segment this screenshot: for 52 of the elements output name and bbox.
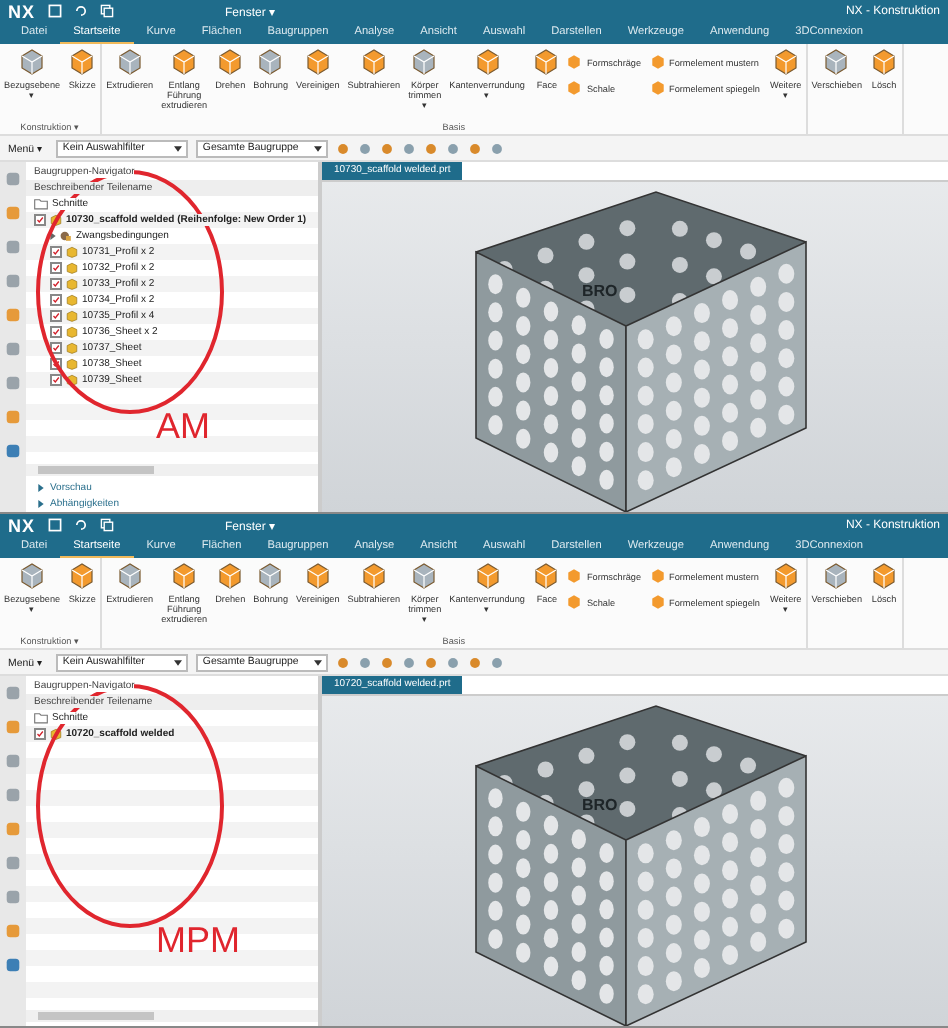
resource-bar-icon[interactable] [4,340,22,358]
part-icon [50,728,62,740]
resource-bar-icon[interactable] [4,238,22,256]
copy-icon[interactable] [99,518,114,532]
horizontal-scrollbar[interactable] [26,464,318,476]
checkbox[interactable] [50,326,62,338]
caret-icon [314,659,323,665]
horizontal-scrollbar[interactable] [26,1010,318,1022]
resource-bar-icon[interactable] [4,204,22,222]
checkbox[interactable] [50,278,62,290]
resource-bar-icon[interactable] [4,374,22,392]
resource-bar-icon[interactable] [4,718,22,736]
caret-icon [174,145,183,151]
app-logo: NX [8,1,36,21]
folder-icon [34,712,48,724]
checkbox[interactable] [50,310,62,322]
checkbox[interactable] [50,342,62,354]
undo-icon[interactable] [73,4,88,18]
embossed-logo: BRO [582,282,618,300]
expand-arrow-icon[interactable] [50,232,56,240]
resource-bar-icon[interactable] [4,442,22,460]
copy-icon[interactable] [99,4,114,18]
resource-bar-icon[interactable] [4,272,22,290]
resource-bar-icon[interactable] [4,786,22,804]
checkbox[interactable] [34,728,46,740]
save-icon[interactable] [47,518,62,532]
resource-bar-icon[interactable] [4,888,22,906]
resource-bar-icon[interactable] [4,170,22,188]
resource-bar-icon[interactable] [4,854,22,872]
checkbox[interactable] [34,214,46,226]
save-icon[interactable] [47,4,62,18]
caret-icon [314,145,323,151]
annotation-label: MPM [156,920,240,962]
caret-icon [174,659,183,665]
resource-bar-icon[interactable] [4,306,22,324]
checkbox[interactable] [50,246,62,258]
resource-bar-icon[interactable] [4,408,22,426]
part-icon [50,214,62,226]
checkbox[interactable] [50,294,62,306]
folder-icon [34,198,48,210]
checkbox[interactable] [50,374,62,386]
constraints-icon [60,230,72,242]
app-logo: NX [8,515,36,535]
resource-bar-icon[interactable] [4,820,22,838]
resource-bar-icon[interactable] [4,922,22,940]
undo-icon[interactable] [73,518,88,532]
resource-bar-icon[interactable] [4,956,22,974]
resource-bar-icon[interactable] [4,684,22,702]
annotation-label: AM [156,406,210,448]
embossed-logo: BRO [582,796,618,814]
resource-bar-icon[interactable] [4,752,22,770]
checkbox[interactable] [50,262,62,274]
